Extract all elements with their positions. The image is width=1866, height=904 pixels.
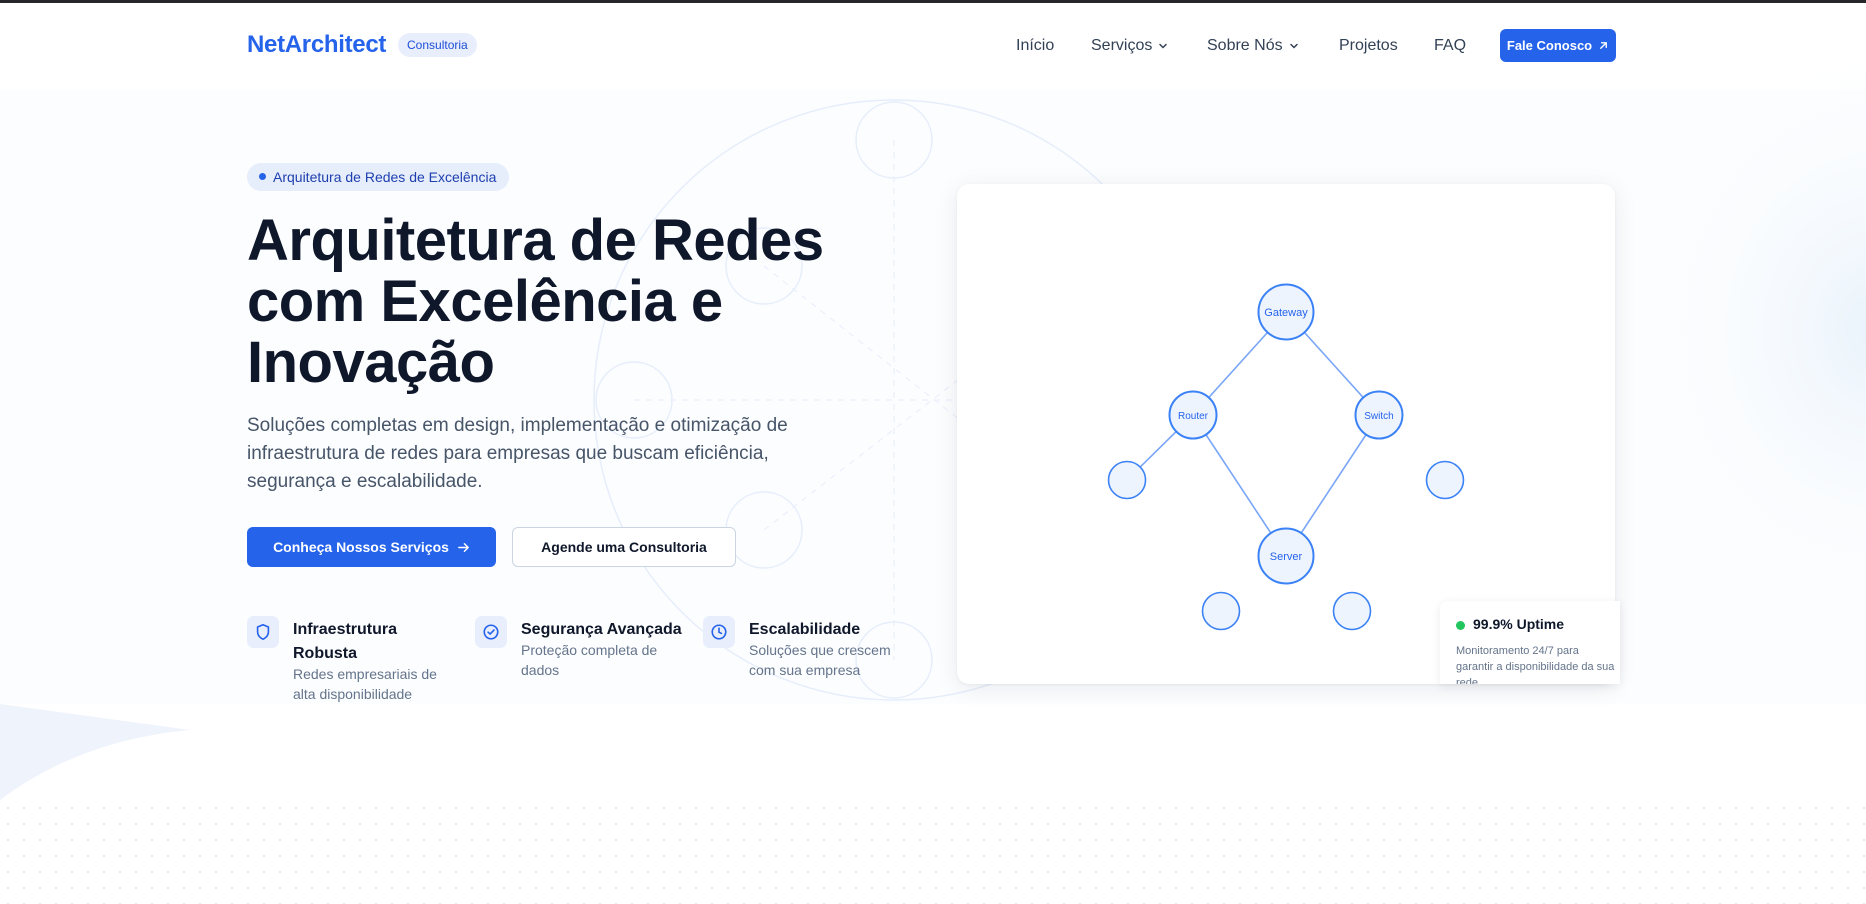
- nav-item-label: Sobre Nós: [1207, 37, 1283, 54]
- hero-tag-pill: Arquitetura de Redes de Excelência: [247, 163, 510, 191]
- check-circle-icon: [475, 616, 507, 648]
- contact-button-label: Fale Conosco: [1506, 38, 1593, 53]
- nav-item-projetos[interactable]: Projetos: [1339, 37, 1398, 55]
- arrow-up-right-icon: [1600, 42, 1608, 49]
- schedule-consultation-button[interactable]: Agende uma Consultoria: [512, 527, 736, 567]
- nav-item-faq[interactable]: FAQ: [1434, 37, 1466, 55]
- arrow-right-icon: [458, 542, 469, 552]
- nav-item-label: Projetos: [1339, 37, 1398, 54]
- feature-description: Proteção completa de dados: [521, 642, 658, 678]
- nav-item-label: FAQ: [1434, 37, 1467, 54]
- shield-icon: [247, 616, 279, 648]
- uptime-description: Monitoramento 24/7 para garantir a dispo…: [1456, 645, 1615, 684]
- nav-item-label: Serviços: [1091, 37, 1153, 54]
- nav-item-label: Início: [1016, 37, 1055, 54]
- hero-title-line: Inovação: [247, 330, 495, 395]
- dot-pattern-background: [0, 800, 1866, 904]
- server-label: Server: [1270, 551, 1303, 563]
- contact-button[interactable]: Fale Conosco: [1500, 29, 1616, 62]
- hero-title-line: Arquitetura de Redes: [247, 208, 824, 273]
- schedule-consultation-label: Agende uma Consultoria: [541, 539, 707, 555]
- hero-subtitle: Soluções completas em design, implementa…: [247, 415, 788, 492]
- endpoint-node: [1332, 591, 1372, 631]
- feature-title: Segurança Avançada: [521, 621, 682, 638]
- router-label: Router: [1178, 411, 1209, 422]
- nav-item-servicos[interactable]: Serviços: [1091, 37, 1168, 55]
- endpoint-node: [1107, 460, 1147, 500]
- chevron-down-icon: [1289, 43, 1298, 49]
- uptime-card: 99.9% Uptime Monitoramento 24/7 para gar…: [1440, 601, 1620, 684]
- explore-services-label: Conheça Nossos Serviços: [273, 539, 449, 555]
- gateway-label: Gateway: [1264, 307, 1308, 319]
- endpoint-node: [1201, 591, 1241, 631]
- nav-item-inicio[interactable]: Início: [1016, 37, 1054, 55]
- nav-item-sobre-nos[interactable]: Sobre Nós: [1207, 37, 1299, 55]
- brand-badge: Consultoria: [398, 33, 477, 57]
- feature-description: Soluções que crescem com sua empresa: [749, 642, 891, 678]
- chevron-down-icon: [1159, 43, 1168, 49]
- status-indicator: [1456, 621, 1465, 630]
- explore-services-button[interactable]: Conheça Nossos Serviços: [247, 527, 496, 567]
- feature-title: Infraestrutura Robusta: [293, 621, 398, 662]
- clock-icon: [703, 616, 735, 648]
- uptime-title: 99.9% Uptime: [1473, 616, 1565, 632]
- hero-title-line: com Excelência e: [247, 269, 723, 334]
- feature-title: Escalabilidade: [749, 621, 861, 638]
- brand-logo[interactable]: NetArchitect: [247, 31, 386, 59]
- site-header: NetArchitect Consultoria Início Serviços…: [0, 3, 1866, 85]
- endpoint-node: [1425, 460, 1465, 500]
- feature-description: Redes empresariais de alta disponibilida…: [293, 666, 437, 702]
- hero-title: Arquitetura de Redes com Excelência e In…: [247, 210, 887, 393]
- switch-label: Switch: [1364, 411, 1393, 422]
